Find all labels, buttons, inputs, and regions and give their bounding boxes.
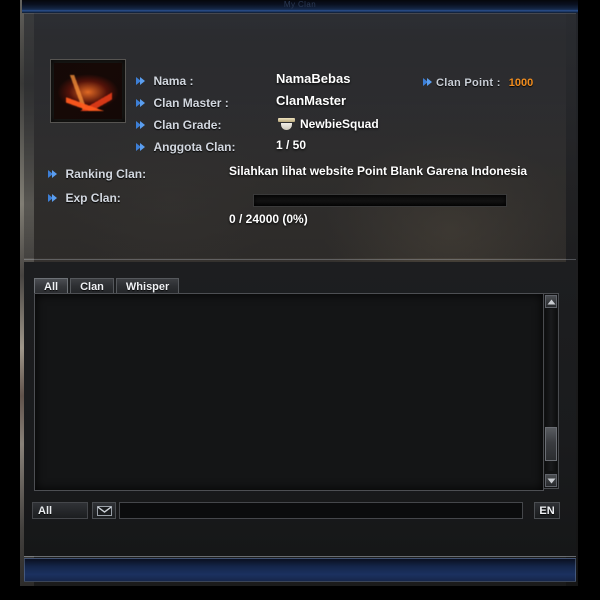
clan-emblem-art [54,63,122,119]
clan-grade-rank-icon [278,118,295,130]
clan-emblem [50,59,126,123]
field-row-nama: Nama : [136,72,193,90]
field-label-clan-master: Clan Master : [153,96,229,110]
field-label-nama: Nama : [153,74,194,88]
bullet-arrow-icon [136,142,146,152]
scrollbar-track[interactable] [545,309,557,471]
scrollbar-thumb[interactable] [545,427,557,461]
field-value-clan-grade: NewbieSquad [300,117,379,131]
field-label-ranking-clan: Ranking Clan: [65,167,147,181]
chat-scope-selector[interactable]: All [32,502,88,519]
chat-tab-all[interactable]: All [34,278,69,294]
field-label-anggota-clan: Anggota Clan: [153,140,236,154]
field-value-clan-grade-wrap: NewbieSquad [278,115,379,133]
clan-info-panel: Nama : NamaBebas Clan Master : ClanMaste… [24,13,576,258]
field-row-clan-grade: Clan Grade: [136,116,221,134]
field-row-clan-master: Clan Master : [136,94,229,112]
clan-point-value: 1000 [508,77,534,89]
chat-input-bar: All EN [32,501,560,520]
field-row-ranking-clan: Ranking Clan: [48,165,146,183]
field-value-nama: NamaBebas [276,71,351,86]
game-screen: My Clan Nama : NamaBebas Clan Master : C… [0,0,600,600]
chat-message-input[interactable] [119,502,523,519]
bullet-arrow-icon [48,193,58,203]
window-title: My Clan [283,0,317,9]
panel-divider [24,259,576,260]
chat-log-text [35,294,543,490]
bullet-arrow-icon [136,98,146,108]
field-value-clan-master: ClanMaster [276,93,347,108]
bullet-arrow-icon [48,169,58,179]
clan-window: Nama : NamaBebas Clan Master : ClanMaste… [24,13,576,556]
field-row-exp-clan: Exp Clan: [48,189,121,207]
field-label-exp-clan: Exp Clan: [65,191,121,205]
envelope-icon[interactable] [92,502,116,519]
chat-tab-whisper[interactable]: Whisper [115,278,180,294]
field-value-anggota-clan: 1 / 50 [276,138,307,152]
chat-scrollbar[interactable] [543,293,559,489]
bottom-blue-panel [24,558,576,582]
bullet-arrow-icon [136,120,146,130]
chat-tabs: All Clan Whisper [34,278,181,294]
frame-bottom-border [0,586,600,600]
field-label-clan-grade: Clan Grade: [153,118,222,132]
scroll-down-button[interactable] [545,474,557,487]
bullet-arrow-icon [136,76,146,86]
clan-point-block: Clan Point : 1000 [423,73,533,91]
bullet-arrow-icon [423,77,433,87]
scroll-up-button[interactable] [545,295,557,308]
field-row-anggota-clan: Anggota Clan: [136,138,235,156]
frame-right-border [578,0,600,600]
chat-log[interactable] [34,293,544,491]
clan-point-label: Clan Point : [436,77,501,89]
chat-language-toggle[interactable]: EN [534,502,560,519]
bottom-panel-topline [24,556,576,557]
clan-exp-progressbar [253,194,507,207]
chat-panel: All Clan Whisper All EN [24,262,576,556]
chat-tab-clan[interactable]: Clan [70,278,114,294]
frame-left-border [0,0,20,600]
field-value-ranking-clan: Silahkan lihat website Point Blank Garen… [229,164,528,178]
clan-exp-value: 0 / 24000 (0%) [229,212,308,226]
